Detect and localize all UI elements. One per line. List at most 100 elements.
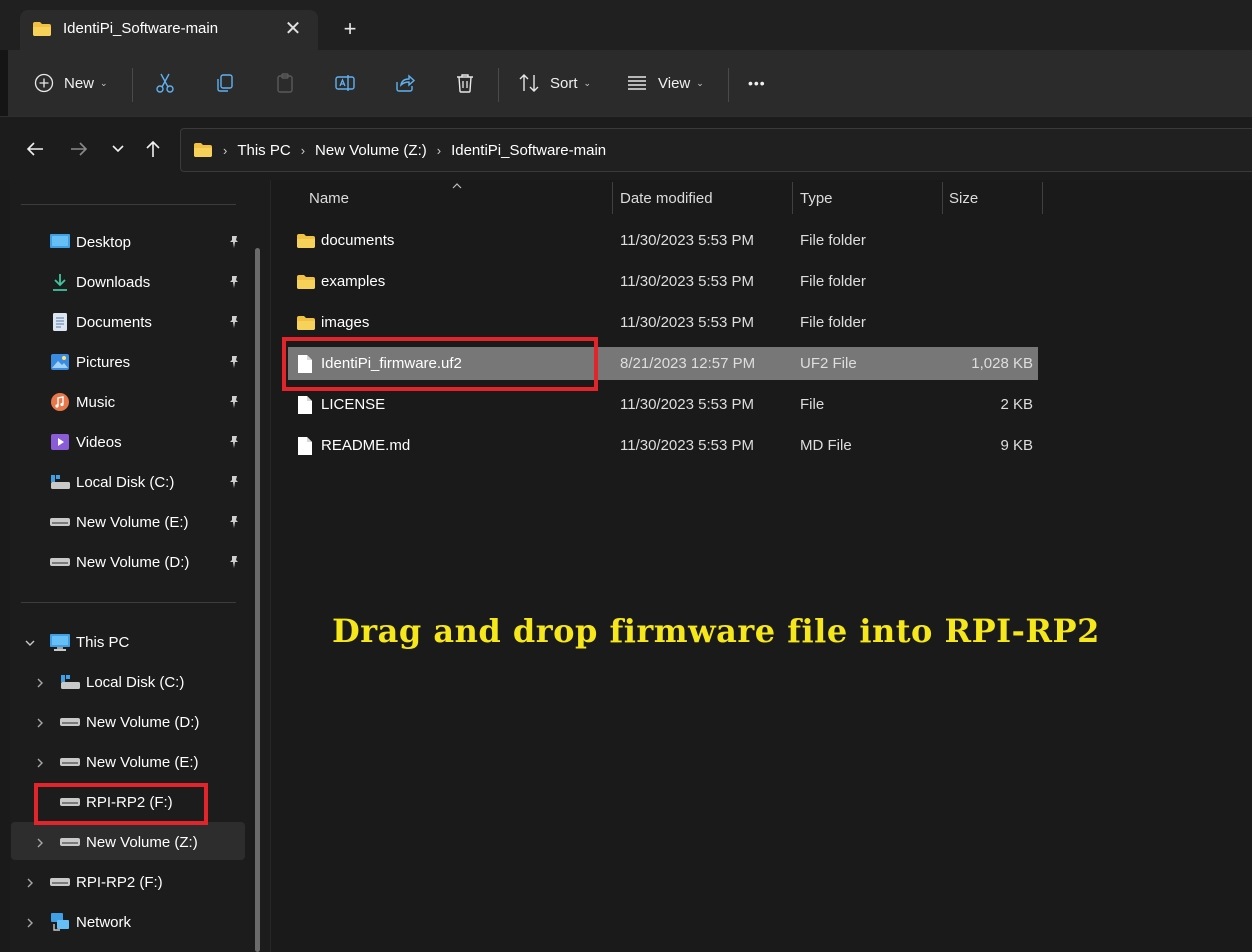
sidebar-item-rpi-rp2-root[interactable]: RPI-RP2 (F:) (49, 864, 163, 900)
column-header-type[interactable]: Type (800, 180, 833, 216)
arrow-left-icon (26, 142, 43, 156)
pin-icon[interactable] (227, 395, 241, 409)
instruction-caption: Drag and drop firmware file into RPI-RP2 (332, 612, 1100, 650)
pin-icon[interactable] (227, 315, 241, 329)
navigation-pane: Desktop Downloads Documents Pictures Mus… (10, 180, 256, 952)
chevron-right-icon[interactable] (34, 717, 46, 729)
trash-icon (457, 74, 473, 93)
sidebar-item-this-pc[interactable]: This PC (49, 624, 129, 660)
column-header-size[interactable]: Size (949, 180, 978, 216)
sidebar-item-desktop[interactable]: Desktop (49, 224, 131, 260)
folder-icon (193, 142, 213, 158)
sidebar-item-label: New Volume (E:) (76, 513, 189, 531)
chevron-right-icon[interactable] (34, 677, 46, 689)
pin-icon[interactable] (227, 275, 241, 289)
chevron-right-icon[interactable] (24, 917, 36, 929)
list-item[interactable]: documents 11/30/2023 5:53 PM File folder (288, 224, 1038, 257)
more-icon: ••• (748, 75, 766, 91)
up-button[interactable] (140, 136, 166, 162)
window-edge (0, 180, 10, 952)
new-button[interactable]: New ⌄ (34, 66, 108, 100)
file-size (938, 306, 1033, 339)
highlight-firmware-file (282, 337, 598, 391)
file-size: 9 KB (1000, 437, 1033, 454)
desktop-icon (49, 231, 71, 253)
back-button[interactable] (22, 136, 48, 162)
recent-locations-button[interactable] (105, 136, 131, 162)
list-item[interactable]: LICENSE 11/30/2023 5:53 PM File 2 KB (288, 388, 1038, 421)
pin-icon[interactable] (227, 355, 241, 369)
pin-icon[interactable] (227, 435, 241, 449)
sidebar-item-new-volume-d[interactable]: New Volume (D:) (59, 704, 199, 740)
file-icon (297, 429, 313, 462)
title-bar: IdentiPi_Software-main ✕ + (0, 0, 1252, 50)
share-button[interactable] (394, 66, 416, 100)
tab-identipi[interactable]: IdentiPi_Software-main ✕ (20, 10, 318, 50)
sidebar-item-local-disk-c[interactable]: Local Disk (C:) (59, 664, 184, 700)
column-divider[interactable] (1042, 182, 1043, 214)
drive-icon (49, 511, 71, 533)
breadcrumb-new-volume-z[interactable]: New Volume (Z:) (315, 142, 427, 159)
sidebar-item-music[interactable]: Music (49, 384, 115, 420)
list-item[interactable]: images 11/30/2023 5:53 PM File folder (288, 306, 1038, 339)
sidebar-item-label: RPI-RP2 (F:) (76, 873, 163, 891)
sidebar-item-new-volume-z[interactable]: New Volume (Z:) (59, 824, 198, 860)
sidebar-item-network[interactable]: Network (49, 904, 131, 940)
copy-button[interactable] (214, 66, 236, 100)
cut-button[interactable] (154, 66, 176, 100)
chevron-right-icon[interactable]: › (301, 143, 305, 158)
column-header-name[interactable]: Name (309, 180, 349, 216)
clipboard-icon (277, 73, 293, 93)
sidebar-item-downloads[interactable]: Downloads (49, 264, 150, 300)
breadcrumb-this-pc[interactable]: This PC (237, 142, 290, 159)
chevron-right-icon[interactable] (34, 837, 46, 849)
sidebar-item-documents[interactable]: Documents (49, 304, 152, 340)
pin-icon[interactable] (227, 235, 241, 249)
sidebar-item-pictures[interactable]: Pictures (49, 344, 130, 380)
chevron-right-icon[interactable] (24, 877, 36, 889)
rename-button[interactable] (334, 66, 356, 100)
forward-button[interactable] (66, 136, 92, 162)
sidebar-item-new-volume-e[interactable]: New Volume (E:) (49, 504, 189, 540)
file-date: 11/30/2023 5:53 PM (620, 437, 754, 454)
column-divider[interactable] (612, 182, 613, 214)
view-button[interactable]: View ⌄ (626, 66, 704, 100)
close-tab-icon[interactable]: ✕ (282, 18, 304, 40)
new-button-label: New (64, 74, 95, 92)
sidebar-item-new-volume-e[interactable]: New Volume (E:) (59, 744, 199, 780)
column-header-label: Size (949, 189, 979, 207)
pin-icon[interactable] (227, 555, 241, 569)
folder-icon (296, 265, 316, 298)
sidebar-item-new-volume-d[interactable]: New Volume (D:) (49, 544, 189, 580)
chevron-down-icon[interactable] (24, 637, 36, 649)
paste-button[interactable] (274, 66, 296, 100)
column-header-date[interactable]: Date modified (620, 180, 713, 216)
sidebar-item-videos[interactable]: Videos (49, 424, 122, 460)
sidebar-item-local-disk-c[interactable]: Local Disk (C:) (49, 464, 174, 500)
chevron-right-icon[interactable] (34, 757, 46, 769)
delete-button[interactable] (454, 66, 476, 100)
pin-icon[interactable] (227, 475, 241, 489)
chevron-right-icon[interactable]: › (223, 143, 227, 158)
pin-icon[interactable] (227, 515, 241, 529)
chevron-down-icon: ⌄ (100, 77, 108, 88)
address-bar[interactable]: › This PC › New Volume (Z:) › IdentiPi_S… (180, 128, 1252, 172)
view-icon (628, 76, 646, 90)
breadcrumb-current-folder[interactable]: IdentiPi_Software-main (451, 142, 606, 159)
arrow-right-icon (71, 142, 88, 156)
more-options-button[interactable]: ••• (748, 66, 766, 100)
drive-icon (59, 751, 81, 773)
sidebar-scrollbar[interactable] (255, 248, 260, 952)
chevron-right-icon[interactable]: › (437, 143, 441, 158)
computer-icon (49, 631, 71, 653)
sidebar-item-label: Local Disk (C:) (76, 473, 175, 491)
column-divider[interactable] (792, 182, 793, 214)
list-item[interactable]: README.md 11/30/2023 5:53 PM MD File 9 K… (288, 429, 1038, 462)
system-drive-icon (59, 671, 81, 693)
sort-button[interactable]: Sort ⌄ (518, 66, 591, 100)
chevron-down-icon (112, 145, 124, 153)
new-tab-button[interactable]: + (338, 17, 362, 41)
sidebar-item-label: New Volume (E:) (86, 753, 199, 771)
column-divider[interactable] (942, 182, 943, 214)
list-item[interactable]: examples 11/30/2023 5:53 PM File folder (288, 265, 1038, 298)
